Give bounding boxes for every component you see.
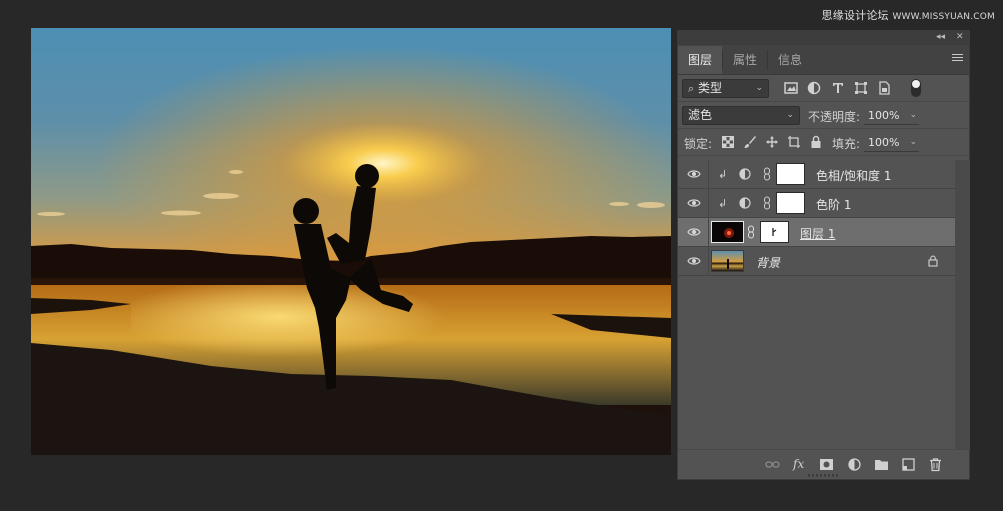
sunset-couple-photo [31, 28, 671, 455]
add-mask-icon[interactable] [819, 457, 834, 472]
visibility-eye-icon[interactable] [687, 256, 701, 266]
chevron-down-icon: ⌄ [755, 83, 763, 93]
mask-link-chain-icon[interactable] [747, 225, 755, 239]
layer-row-hue-saturation[interactable]: ↲ 色相/饱和度 1 [678, 160, 955, 189]
lock-artboard-icon[interactable] [787, 135, 801, 149]
layer-name[interactable]: 图层 1 [800, 225, 835, 242]
lock-row: 锁定: 填充: 100% ⌄ [678, 129, 969, 156]
collapse-panel-icon[interactable]: ◂◂ [936, 32, 945, 42]
layer-row-background[interactable]: 背景 [678, 247, 955, 276]
tab-layers[interactable]: 图层 [678, 46, 723, 74]
fill-value: 100% [868, 136, 900, 149]
type-filter-icon[interactable] [830, 80, 846, 96]
layer-thumbnail[interactable] [711, 221, 744, 243]
watermark-text: 思缘设计论坛 [821, 9, 889, 22]
watermark-site: WWW.MISSYUAN.COM [892, 12, 995, 22]
lock-label: 锁定: [684, 137, 713, 151]
opacity-field[interactable]: 100% ⌄ [864, 106, 919, 125]
clipping-arrow-icon: ↲ [718, 197, 728, 210]
layer-mask-thumbnail[interactable] [776, 163, 805, 185]
column-divider [708, 247, 709, 276]
panel-tabs: 图层 属性 信息 [678, 45, 969, 75]
layer-list-scrollbar[interactable] [955, 160, 970, 450]
chevron-down-icon: ⌄ [786, 110, 794, 120]
layer-name[interactable]: 色阶 1 [816, 196, 851, 213]
filter-row: ⌕ 类型 ⌄ [678, 75, 969, 102]
fill-label: 填充: [832, 137, 861, 151]
visibility-eye-icon[interactable] [687, 169, 701, 179]
layer-mask-thumbnail[interactable] [776, 192, 805, 214]
column-divider [708, 189, 709, 218]
column-divider [708, 218, 709, 247]
flare-thumbnail-image [724, 228, 734, 238]
smart-object-filter-icon[interactable] [876, 80, 892, 96]
new-group-icon[interactable] [874, 457, 889, 472]
chevron-down-icon[interactable]: ⌄ [909, 133, 917, 152]
watermark: 思缘设计论坛 WWW.MISSYUAN.COM [822, 7, 995, 23]
fx-icon[interactable]: fx [793, 457, 808, 472]
panel-footer: fx [678, 449, 969, 479]
layer-name[interactable]: 背景 [756, 254, 780, 271]
link-layers-icon[interactable] [765, 457, 780, 472]
opacity-value: 100% [868, 109, 900, 122]
new-layer-icon[interactable] [901, 457, 916, 472]
new-adjustment-icon[interactable] [847, 457, 862, 472]
filter-kind-value: 类型 [698, 81, 723, 95]
visibility-eye-icon[interactable] [687, 227, 701, 237]
tab-properties[interactable]: 属性 [723, 46, 767, 74]
fill-field[interactable]: 100% ⌄ [864, 133, 919, 152]
layer-row-layer-1[interactable]: 图层 1 [678, 218, 955, 247]
shape-filter-icon[interactable] [853, 80, 869, 96]
layer-list: ↲ 色相/饱和度 1 ↲ 色阶 1 图层 1 背景 [678, 160, 955, 276]
tab-info[interactable]: 信息 [768, 46, 812, 74]
layer-mask-thumbnail[interactable] [760, 221, 789, 243]
lock-paint-brush-icon[interactable] [743, 135, 757, 149]
layer-thumbnail[interactable] [711, 250, 744, 272]
opacity-label: 不透明度: [808, 110, 861, 124]
blend-mode-value: 滤色 [688, 108, 713, 122]
filter-toggle[interactable] [911, 79, 921, 97]
visibility-eye-icon[interactable] [687, 198, 701, 208]
panel-menu-icon[interactable] [952, 54, 963, 63]
image-filter-icon[interactable] [783, 80, 799, 96]
mask-figure-image [772, 228, 777, 236]
layer-row-levels[interactable]: ↲ 色阶 1 [678, 189, 955, 218]
blend-mode-select[interactable]: 滤色 ⌄ [682, 106, 800, 125]
panel-titlebar: ◂◂ ✕ [678, 31, 969, 45]
search-icon: ⌕ [688, 82, 695, 95]
layers-panel: ◂◂ ✕ 图层 属性 信息 ⌕ 类型 ⌄ 滤色 ⌄ 不透明度: 100% ⌄ 锁… [677, 30, 970, 480]
adjustment-layer-icon [739, 168, 751, 180]
chevron-down-icon[interactable]: ⌄ [909, 106, 917, 125]
clipping-arrow-icon: ↲ [718, 168, 728, 181]
document-canvas[interactable] [31, 28, 671, 455]
layer-lock-icon[interactable] [928, 255, 938, 267]
mask-link-chain-icon[interactable] [763, 167, 771, 181]
lock-transparent-icon[interactable] [721, 135, 735, 149]
delete-layer-icon[interactable] [928, 457, 943, 472]
lock-all-icon[interactable] [809, 135, 823, 149]
column-divider [708, 160, 709, 189]
adjustment-layer-icon [739, 197, 751, 209]
mask-link-chain-icon[interactable] [763, 196, 771, 210]
background-thumbnail-image [727, 259, 729, 269]
close-panel-icon[interactable]: ✕ [956, 32, 964, 42]
blend-row: 滤色 ⌄ 不透明度: 100% ⌄ [678, 102, 969, 129]
panel-resize-grip[interactable] [808, 474, 838, 477]
adjustment-filter-icon[interactable] [806, 80, 822, 96]
filter-kind-select[interactable]: ⌕ 类型 ⌄ [682, 79, 769, 98]
layer-name[interactable]: 色相/饱和度 1 [816, 167, 892, 184]
lock-position-move-icon[interactable] [765, 135, 779, 149]
